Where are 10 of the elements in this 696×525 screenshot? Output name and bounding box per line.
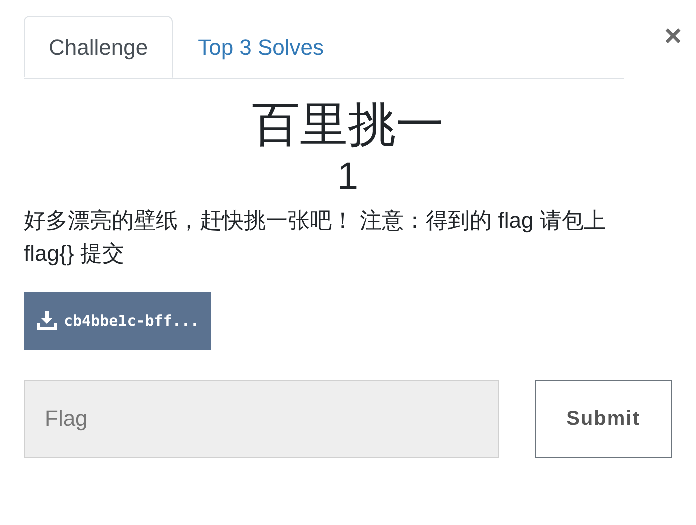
close-button[interactable]: ×: [664, 22, 682, 52]
submit-button[interactable]: Submit: [534, 380, 672, 458]
challenge-description: 好多漂亮的壁纸，赶快挑一张吧！ 注意：得到的 flag 请包上 flag{} 提交: [24, 207, 607, 268]
challenge-title: 百里挑一: [251, 98, 445, 154]
download-icon: [36, 311, 58, 332]
challenge-points: 1: [336, 156, 360, 198]
file-download-button[interactable]: cb4bbe1c-bff...: [24, 292, 212, 350]
tab[interactable]: Challenge: [24, 16, 174, 78]
flag-input[interactable]: Flag: [24, 380, 499, 458]
tab[interactable]: Top 3 Solves: [173, 16, 350, 78]
